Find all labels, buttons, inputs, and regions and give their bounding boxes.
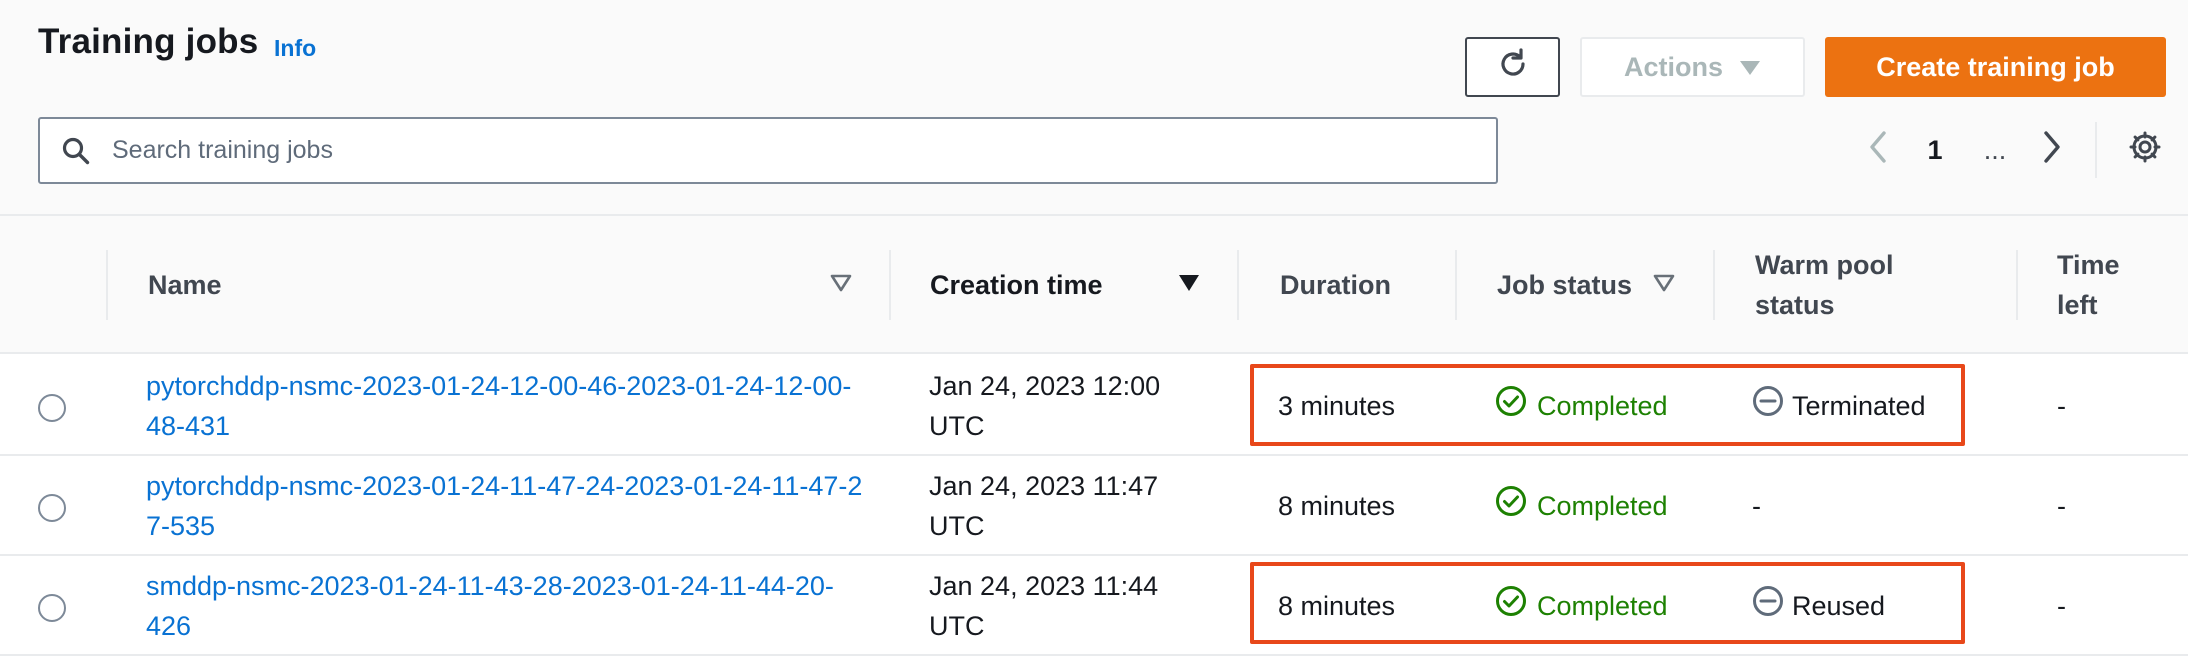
column-header-job-status-label: Job status bbox=[1497, 269, 1633, 300]
column-header-name[interactable]: Name bbox=[148, 216, 868, 354]
time-left-cell: - bbox=[2057, 591, 2066, 621]
search-icon bbox=[40, 136, 112, 166]
name-cell: smddp-nsmc-2023-01-24-11-43-28-2023-01-2… bbox=[146, 556, 876, 656]
table-row[interactable]: pytorchddp-nsmc-2023-01-24-12-00-46-2023… bbox=[0, 356, 2188, 456]
warm-pool-status-label: Reused bbox=[1792, 591, 1886, 621]
refresh-icon bbox=[1496, 47, 1530, 88]
training-job-name-link[interactable]: pytorchddp-nsmc-2023-01-24-11-47-24-2023… bbox=[146, 466, 866, 546]
duration-cell: 3 minutes bbox=[1278, 391, 1396, 421]
status-badge: Completed bbox=[1495, 385, 1668, 428]
actions-dropdown-button[interactable]: Actions bbox=[1580, 37, 1805, 97]
column-header-name-label: Name bbox=[148, 269, 222, 300]
duration-cell: 8 minutes bbox=[1278, 591, 1396, 621]
page-title: Training jobs bbox=[38, 22, 259, 61]
actions-label: Actions bbox=[1623, 51, 1723, 82]
chevron-left-icon bbox=[1868, 130, 1888, 170]
table-preferences-button[interactable] bbox=[2125, 125, 2165, 175]
name-cell: pytorchddp-nsmc-2023-01-24-12-00-46-2023… bbox=[146, 356, 876, 456]
sort-unsorted-icon[interactable] bbox=[830, 274, 852, 297]
status-badge: Terminated bbox=[1752, 385, 1926, 428]
info-link[interactable]: Info bbox=[274, 35, 316, 62]
next-page-button[interactable] bbox=[2032, 125, 2072, 175]
job-status-cell: Completed bbox=[1495, 356, 1715, 456]
column-divider bbox=[1455, 250, 1457, 320]
creation-time-cell: Jan 24, 2023 11:44 UTC bbox=[929, 571, 1159, 641]
column-header-job-status[interactable]: Job status bbox=[1497, 216, 1677, 354]
status-badge: Completed bbox=[1495, 585, 1668, 628]
duration-cell: 8 minutes bbox=[1278, 491, 1396, 521]
search-field[interactable] bbox=[38, 117, 1498, 184]
warm-pool-status-cell: - bbox=[1752, 491, 1761, 521]
column-divider bbox=[106, 250, 108, 320]
table-row[interactable]: smddp-nsmc-2023-01-24-11-43-28-2023-01-2… bbox=[0, 556, 2188, 656]
creation-time-cell: Jan 24, 2023 11:47 UTC bbox=[929, 471, 1159, 541]
column-header-time-left: Time left bbox=[2057, 216, 2157, 354]
search-input[interactable] bbox=[112, 136, 1472, 165]
check-circle-icon bbox=[1495, 485, 1527, 528]
gear-icon bbox=[2128, 130, 2162, 171]
column-divider bbox=[1237, 250, 1239, 320]
row-select-radio[interactable] bbox=[38, 494, 66, 522]
check-circle-icon bbox=[1495, 385, 1527, 428]
pagination-ellipsis: ... bbox=[1983, 134, 2007, 165]
warm-pool-status-cell: Reused bbox=[1752, 556, 1982, 656]
column-header-warm-pool-status-label: Warm pool status bbox=[1755, 250, 1894, 320]
column-header-creation-time-label: Creation time bbox=[930, 269, 1103, 300]
row-select-radio[interactable] bbox=[38, 594, 66, 622]
column-header-duration: Duration bbox=[1280, 216, 1450, 354]
column-divider bbox=[889, 250, 891, 320]
chevron-right-icon bbox=[2042, 130, 2062, 170]
table-header: Name Creation time Duration Job status W… bbox=[0, 216, 2188, 354]
sort-unsorted-icon[interactable] bbox=[1653, 274, 1675, 297]
time-left-cell: - bbox=[2057, 391, 2066, 421]
status-badge: Reused bbox=[1752, 585, 1885, 628]
previous-page-button[interactable] bbox=[1858, 125, 1898, 175]
column-divider bbox=[1713, 250, 1715, 320]
create-training-job-button[interactable]: Create training job bbox=[1825, 37, 2166, 97]
name-cell: pytorchddp-nsmc-2023-01-24-11-47-24-2023… bbox=[146, 456, 876, 556]
minus-circle-icon bbox=[1752, 385, 1784, 428]
status-badge: Completed bbox=[1495, 485, 1668, 528]
warm-pool-status-cell: Terminated bbox=[1752, 356, 1982, 456]
training-job-name-link[interactable]: pytorchddp-nsmc-2023-01-24-12-00-46-2023… bbox=[146, 366, 866, 446]
refresh-button[interactable] bbox=[1465, 37, 1560, 97]
job-status-cell: Completed bbox=[1495, 456, 1715, 556]
creation-time-cell: Jan 24, 2023 12:00 UTC bbox=[929, 371, 1161, 441]
time-left-cell: - bbox=[2057, 491, 2066, 521]
warm-pool-status-label: Terminated bbox=[1792, 391, 1926, 421]
job-status-label: Completed bbox=[1537, 391, 1668, 421]
job-status-cell: Completed bbox=[1495, 556, 1715, 656]
page-number-button[interactable]: 1 bbox=[1915, 125, 1955, 175]
pagination-divider bbox=[2095, 122, 2097, 178]
column-header-duration-label: Duration bbox=[1280, 269, 1391, 300]
column-header-warm-pool-status: Warm pool status bbox=[1755, 216, 1945, 354]
training-job-name-link[interactable]: smddp-nsmc-2023-01-24-11-43-28-2023-01-2… bbox=[146, 566, 846, 646]
job-status-label: Completed bbox=[1537, 491, 1668, 521]
job-status-label: Completed bbox=[1537, 591, 1668, 621]
column-divider bbox=[2016, 250, 2018, 320]
check-circle-icon bbox=[1495, 585, 1527, 628]
column-header-time-left-label: Time left bbox=[2057, 250, 2120, 320]
table-row[interactable]: pytorchddp-nsmc-2023-01-24-11-47-24-2023… bbox=[0, 456, 2188, 556]
minus-circle-icon bbox=[1752, 585, 1784, 628]
caret-down-icon bbox=[1739, 52, 1761, 83]
row-select-radio[interactable] bbox=[38, 394, 66, 422]
sort-descending-icon[interactable] bbox=[1178, 274, 1200, 297]
training-jobs-table: Name Creation time Duration Job status W… bbox=[0, 214, 2188, 664]
